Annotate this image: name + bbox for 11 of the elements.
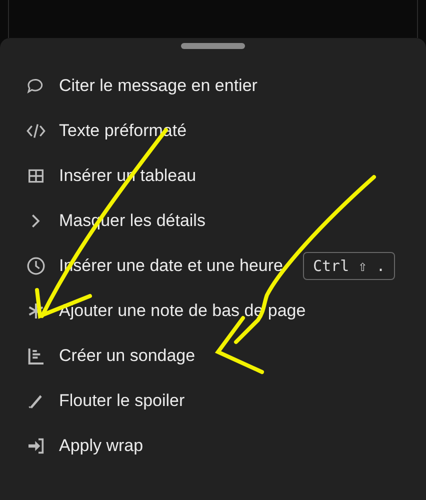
menu-item[interactable]: Flouter le spoiler (0, 378, 426, 423)
bar-list-icon (26, 346, 46, 366)
menu-item[interactable]: Citer le message en entier (0, 63, 426, 108)
menu-item[interactable]: Créer un sondage (0, 333, 426, 378)
keyboard-shortcut: Ctrl ⇧ . (303, 252, 396, 280)
clock-icon (26, 256, 46, 276)
menu-item[interactable]: Apply wrap (0, 423, 426, 468)
drag-handle[interactable] (181, 43, 245, 49)
sign-in-icon (26, 436, 46, 456)
menu-item[interactable]: Texte préformaté (0, 108, 426, 153)
asterisk-icon (26, 300, 46, 320)
